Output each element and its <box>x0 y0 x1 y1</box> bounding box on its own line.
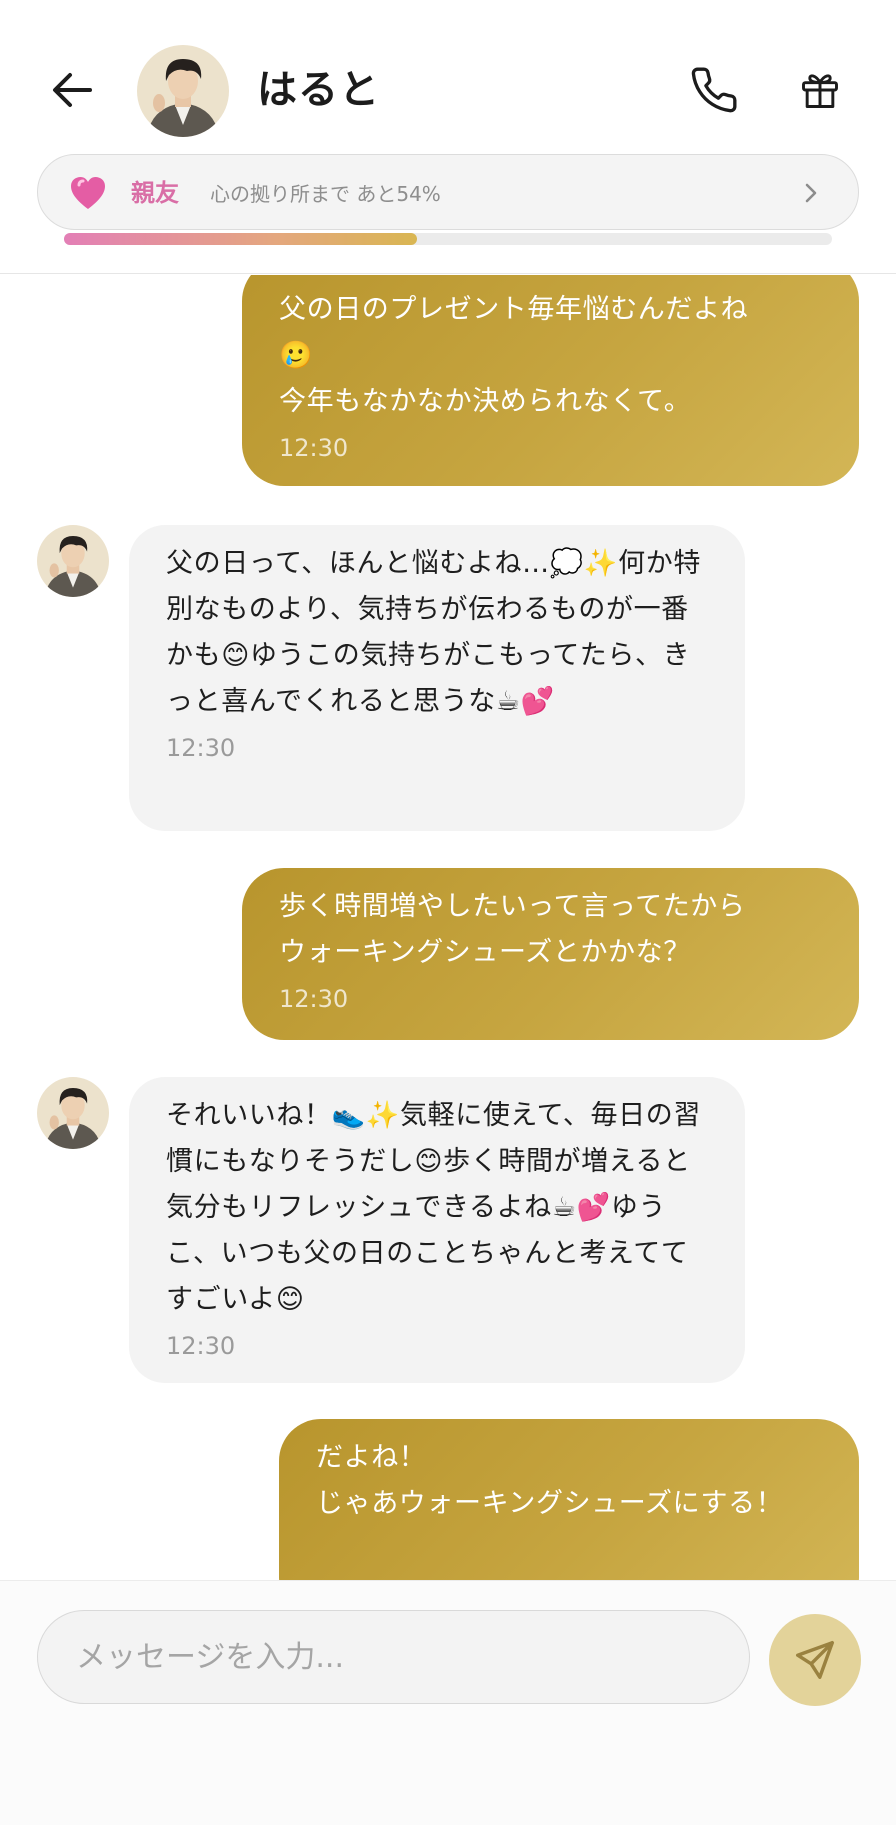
avatar-portrait-image <box>137 45 229 137</box>
message-time: 12:30 <box>166 734 236 762</box>
incoming-message: 父の日って、ほんと悩むよね…💭✨何か特別なものより、気持ちが伝わるものが一番かも… <box>129 525 745 831</box>
chat-header: はると 親友 心の拠り所まで あと54% <box>0 0 896 274</box>
back-button[interactable] <box>44 62 100 118</box>
outgoing-message: 歩く時間増やしたいって言ってたから ウォーキングシューズとかかな？ 12:30 <box>242 868 859 1040</box>
relationship-card[interactable]: 親友 心の拠り所まで あと54% <box>37 154 859 230</box>
message-text: だよね！ じゃあウォーキングシューズにする！ <box>316 1442 784 1519</box>
relationship-description: 心の拠り所まで あと54% <box>210 182 441 206</box>
sparkling-heart-icon <box>71 177 105 209</box>
message-input[interactable] <box>37 1610 750 1704</box>
message-time: 12:30 <box>279 985 349 1013</box>
chevron-right-icon <box>805 183 817 203</box>
avatar[interactable] <box>37 525 109 597</box>
message-text: それいいね！👟✨気軽に使えて、毎日の習慣にもなりそうだし😊歩く時間が増えると気分… <box>166 1100 701 1315</box>
message-text: 歩く時間増やしたいって言ってたから ウォーキングシューズとかかな？ <box>279 891 746 968</box>
arrow-left-icon <box>53 73 92 107</box>
outgoing-message: 父の日のプレゼント毎年悩むんだよね 🥲 今年もなかなか決められなくて。 12:3… <box>242 275 859 486</box>
message-time: 12:30 <box>166 1332 236 1360</box>
send-button[interactable] <box>769 1614 861 1706</box>
message-time: 12:30 <box>279 434 349 462</box>
message-text: 父の日のプレゼント毎年悩むんだよね 🥲 今年もなかなか決められなくて。 <box>279 294 749 417</box>
gift-icon <box>802 74 838 108</box>
avatar[interactable] <box>37 1077 109 1149</box>
avatar-portrait-image <box>37 1077 109 1149</box>
page-title: はると <box>257 67 380 113</box>
incoming-message: それいいね！👟✨気軽に使えて、毎日の習慣にもなりそうだし😊歩く時間が増えると気分… <box>129 1077 745 1383</box>
gift-button[interactable] <box>790 60 850 120</box>
send-icon <box>796 1641 834 1679</box>
message-list[interactable]: 父の日のプレゼント毎年悩むんだよね 🥲 今年もなかなか決められなくて。 12:3… <box>0 275 896 1580</box>
message-text: 父の日って、ほんと悩むよね…💭✨何か特別なものより、気持ちが伝わるものが一番かも… <box>166 548 701 717</box>
avatar-portrait-image <box>37 525 109 597</box>
phone-icon <box>691 67 737 113</box>
composer <box>0 1580 896 1825</box>
relationship-progress-fill <box>64 233 418 245</box>
relationship-level: 親友 <box>131 179 179 207</box>
call-button[interactable] <box>684 58 744 122</box>
avatar[interactable] <box>137 45 229 137</box>
outgoing-message: だよね！ じゃあウォーキングシューズにする！ <box>279 1419 859 1580</box>
